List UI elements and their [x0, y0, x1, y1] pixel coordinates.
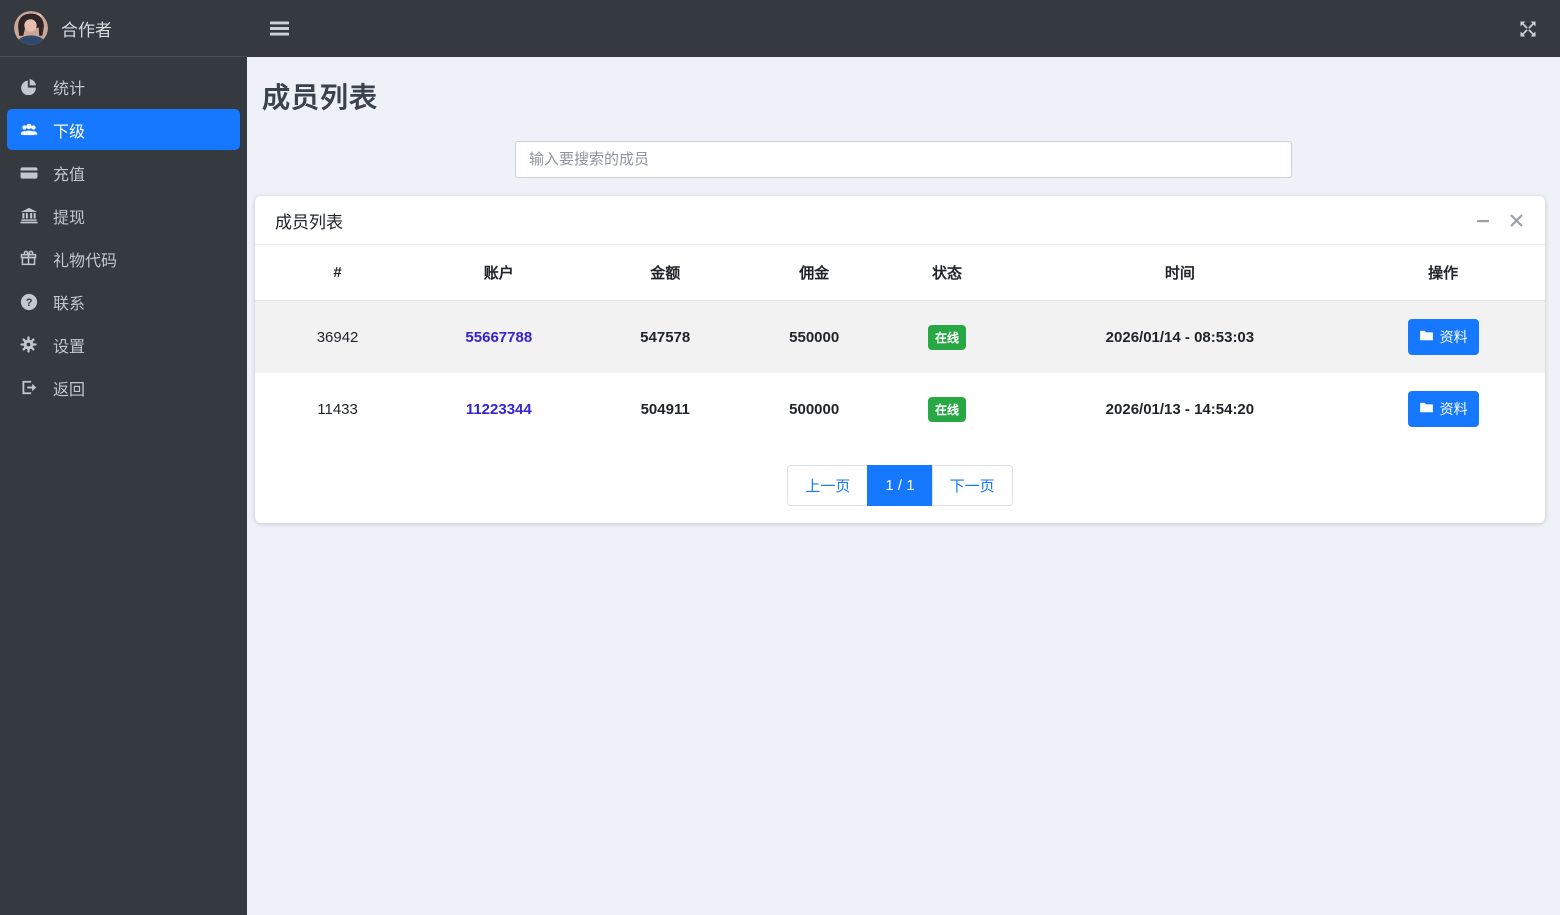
sidebar-item-subordinates[interactable]: 下级	[7, 109, 240, 150]
pie-chart-icon	[18, 78, 39, 95]
sidebar-item-label: 提现	[53, 209, 86, 227]
card-title: 成员列表	[275, 213, 343, 232]
prev-page-button[interactable]: 上一页	[787, 465, 869, 506]
sidebar-item-settings[interactable]: 设置	[7, 324, 240, 365]
gift-icon	[18, 250, 39, 267]
page-title: 成员列表	[262, 82, 379, 113]
col-header-action: 操作	[1341, 245, 1545, 301]
main-content: 成员列表 成员列表	[247, 57, 1560, 523]
member-id: 36942	[316, 328, 359, 346]
folder-icon	[1419, 328, 1434, 346]
sidebar-menu: 统计 下级 充值 提现 礼物代码 ? 联系 设置 返回	[0, 57, 247, 419]
search-input[interactable]	[515, 141, 1292, 178]
sidebar-item-recharge[interactable]: 充值	[7, 152, 240, 193]
col-header-commission: 佣金	[752, 245, 876, 301]
members-table: # 账户 金额 佣金 状态 时间 操作 36942 55667788 54757…	[255, 245, 1545, 445]
credit-card-icon	[18, 164, 39, 182]
table-header-row: # 账户 金额 佣金 状态 时间 操作	[255, 245, 1545, 301]
folder-icon	[1419, 400, 1434, 418]
sidebar-item-contact[interactable]: ? 联系	[7, 281, 240, 322]
sign-out-icon	[18, 379, 39, 396]
member-id: 11433	[317, 400, 358, 418]
minimize-icon[interactable]	[1474, 212, 1492, 230]
bank-icon	[18, 207, 39, 225]
sidebar-item-back[interactable]: 返回	[7, 367, 240, 408]
col-header-time: 时间	[1018, 245, 1342, 301]
col-header-status: 状态	[875, 245, 1019, 301]
sidebar-item-label: 礼物代码	[53, 252, 118, 270]
current-page-indicator[interactable]: 1 / 1	[867, 465, 933, 506]
commission-value: 550000	[789, 328, 840, 346]
card-header: 成员列表	[255, 196, 1545, 245]
account-link[interactable]: 55667788	[465, 329, 532, 346]
pagination: 上一页 1 / 1 下一页	[255, 445, 1545, 523]
hamburger-icon[interactable]	[270, 19, 289, 38]
question-circle-icon: ?	[18, 293, 39, 311]
svg-text:?: ?	[25, 296, 32, 308]
next-page-button[interactable]: 下一页	[931, 465, 1013, 506]
member-list-card: 成员列表 # 账户 金额 佣金 状态 时间 操作 36942 55667788 …	[255, 196, 1545, 523]
sidebar-item-withdraw[interactable]: 提现	[7, 195, 240, 236]
sidebar-item-label: 设置	[53, 338, 86, 356]
amount-value: 547578	[640, 328, 691, 346]
time-value: 2026/01/13 - 14:54:20	[1105, 400, 1255, 418]
col-header-id: #	[255, 245, 421, 301]
profile-button[interactable]: 资料	[1407, 319, 1479, 355]
search-row	[247, 141, 1560, 178]
profile-button-label: 资料	[1439, 401, 1468, 417]
table-row: 36942 55667788 547578 550000 在线 2026/01/…	[255, 300, 1545, 373]
status-badge: 在线	[928, 396, 967, 422]
sidebar-item-statistics[interactable]: 统计	[7, 66, 240, 107]
sidebar-item-label: 统计	[53, 80, 86, 98]
users-icon	[18, 121, 39, 139]
table-row: 11433 11223344 504911 500000 在线 2026/01/…	[255, 373, 1545, 445]
topbar	[247, 0, 1560, 57]
amount-value: 504911	[640, 400, 690, 418]
status-badge: 在线	[928, 324, 967, 350]
time-value: 2026/01/14 - 08:53:03	[1105, 328, 1255, 346]
col-header-amount: 金额	[577, 245, 753, 301]
card-tools	[1474, 212, 1525, 230]
sidebar-item-label: 下级	[53, 123, 86, 141]
sidebar-item-label: 返回	[53, 381, 86, 399]
profile-button[interactable]: 资料	[1407, 391, 1479, 427]
commission-value: 500000	[789, 400, 840, 418]
sidebar-item-label: 联系	[53, 295, 86, 313]
user-photo-avatar	[14, 11, 48, 45]
gear-icon	[18, 336, 39, 353]
col-header-account: 账户	[420, 245, 578, 301]
sidebar-brand: 合作者	[0, 0, 247, 57]
brand-label: 合作者	[61, 20, 112, 40]
account-link[interactable]: 11223344	[466, 401, 532, 418]
sidebar-item-label: 充值	[53, 166, 86, 184]
sidebar: 合作者 统计 下级 充值 提现 礼物代码 ? 联系 设置 返回	[0, 0, 247, 915]
expand-arrows-icon[interactable]	[1519, 20, 1537, 38]
profile-button-label: 资料	[1439, 329, 1468, 345]
close-icon[interactable]	[1508, 212, 1525, 229]
sidebar-item-gift-codes[interactable]: 礼物代码	[7, 238, 240, 279]
